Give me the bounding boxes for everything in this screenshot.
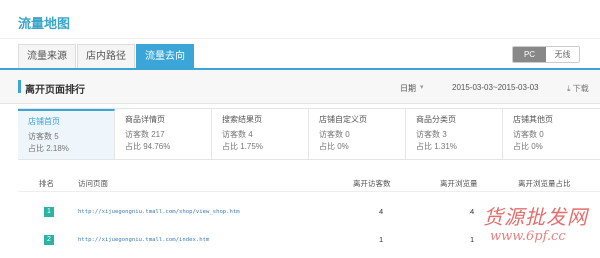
card-visitors: 访客数 5 — [28, 132, 59, 141]
card-category-page[interactable]: 商品分类页 访客数 3 占比 1.31% — [406, 109, 503, 159]
card-other-page[interactable]: 店铺其他页 访客数 0 占比 0% — [503, 109, 600, 159]
header-page: 访问页面 — [78, 179, 108, 188]
date-range: 2015-03-03~2015-03-03 — [452, 83, 539, 92]
section-title: 离开页面排行 — [25, 85, 85, 96]
tab-traffic-destination[interactable]: 流量去向 — [136, 44, 194, 68]
watermark-title: 货源批发网 — [483, 205, 588, 229]
card-share: 占比 2.18% — [28, 144, 69, 153]
card-share: 占比 1.75% — [222, 142, 263, 151]
pc-toggle-button[interactable]: PC — [513, 47, 546, 62]
device-toggle: PC 无线 — [512, 46, 580, 63]
leave-visitors: 1 — [379, 235, 384, 244]
download-button[interactable]: ⤓ 下载 — [567, 83, 589, 94]
card-share: 占比 94.76% — [125, 142, 171, 151]
tab-bar: 流量来源 店内路径 流量去向 — [18, 44, 195, 68]
page-link[interactable]: http://xijuegongniu.tmall.com/index.htm — [78, 237, 209, 243]
card-name: 商品详情页 — [125, 115, 165, 124]
leave-views: 1 — [470, 235, 475, 244]
table-header: 排名 访问页面 离开访客数 离开浏览量 离开浏览量占比 — [18, 172, 600, 192]
page-type-cards: 店铺首页 访客数 5 占比 2.18% 商品详情页 访客数 217 占比 94.… — [18, 108, 600, 160]
card-custom-page[interactable]: 店铺自定义页 访客数 0 占比 0% — [309, 109, 406, 159]
card-share: 占比 0% — [513, 142, 543, 151]
card-name: 店铺首页 — [28, 117, 60, 126]
header-visitors: 离开访客数 — [353, 179, 391, 188]
card-name: 搜索结果页 — [222, 115, 262, 124]
card-visitors: 访客数 217 — [125, 130, 165, 139]
page-link[interactable]: http://xijuegongniu.tmall.com/shop/view_… — [78, 209, 240, 215]
chevron-down-icon[interactable]: ▾ — [420, 83, 424, 91]
card-name: 店铺其他页 — [513, 115, 553, 124]
header-rank: 排名 — [39, 179, 54, 188]
card-visitors: 访客数 3 — [416, 130, 447, 139]
card-visitors: 访客数 0 — [319, 130, 350, 139]
header-views: 离开浏览量 — [440, 179, 478, 188]
leave-views: 4 — [470, 207, 475, 216]
card-share: 占比 0% — [319, 142, 349, 151]
card-search-results[interactable]: 搜索结果页 访客数 4 占比 1.75% — [212, 109, 309, 159]
card-visitors: 访客数 4 — [222, 130, 253, 139]
wireless-toggle-button[interactable]: 无线 — [546, 47, 579, 62]
card-name: 商品分类页 — [416, 115, 456, 124]
card-shop-home[interactable]: 店铺首页 访客数 5 占比 2.18% — [18, 109, 115, 159]
rank-badge: 1 — [44, 207, 54, 217]
leave-visitors: 4 — [379, 207, 384, 216]
download-label: 下载 — [572, 84, 589, 93]
page-title: 流量地图 — [18, 16, 71, 31]
divider — [0, 38, 600, 39]
rank-badge: 2 — [44, 235, 54, 245]
card-name: 店铺自定义页 — [319, 115, 367, 124]
tab-in-store-path[interactable]: 店内路径 — [77, 44, 135, 68]
header-share: 离开浏览量占比 — [518, 179, 571, 188]
card-item-detail[interactable]: 商品详情页 访客数 217 占比 94.76% — [115, 109, 212, 159]
date-select[interactable]: 日期 — [400, 83, 416, 94]
card-share: 占比 1.31% — [416, 142, 457, 151]
download-icon: ⤓ — [567, 84, 571, 93]
section-marker — [18, 80, 21, 93]
tab-traffic-source[interactable]: 流量来源 — [18, 44, 76, 68]
card-visitors: 访客数 0 — [513, 130, 544, 139]
watermark-url: www.6pf.cc — [490, 229, 566, 244]
